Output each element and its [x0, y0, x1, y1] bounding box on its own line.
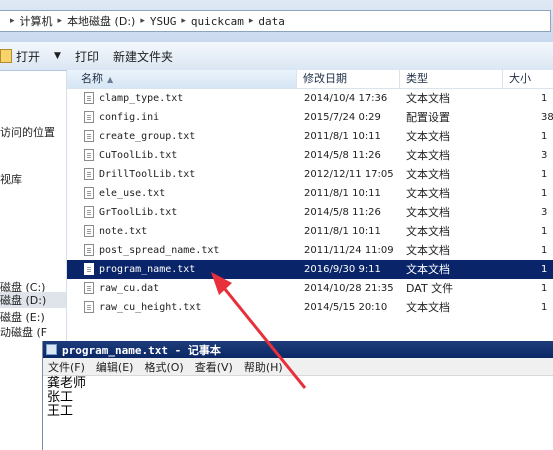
arrow-shaft	[218, 282, 307, 389]
annotation-arrow	[211, 272, 307, 389]
